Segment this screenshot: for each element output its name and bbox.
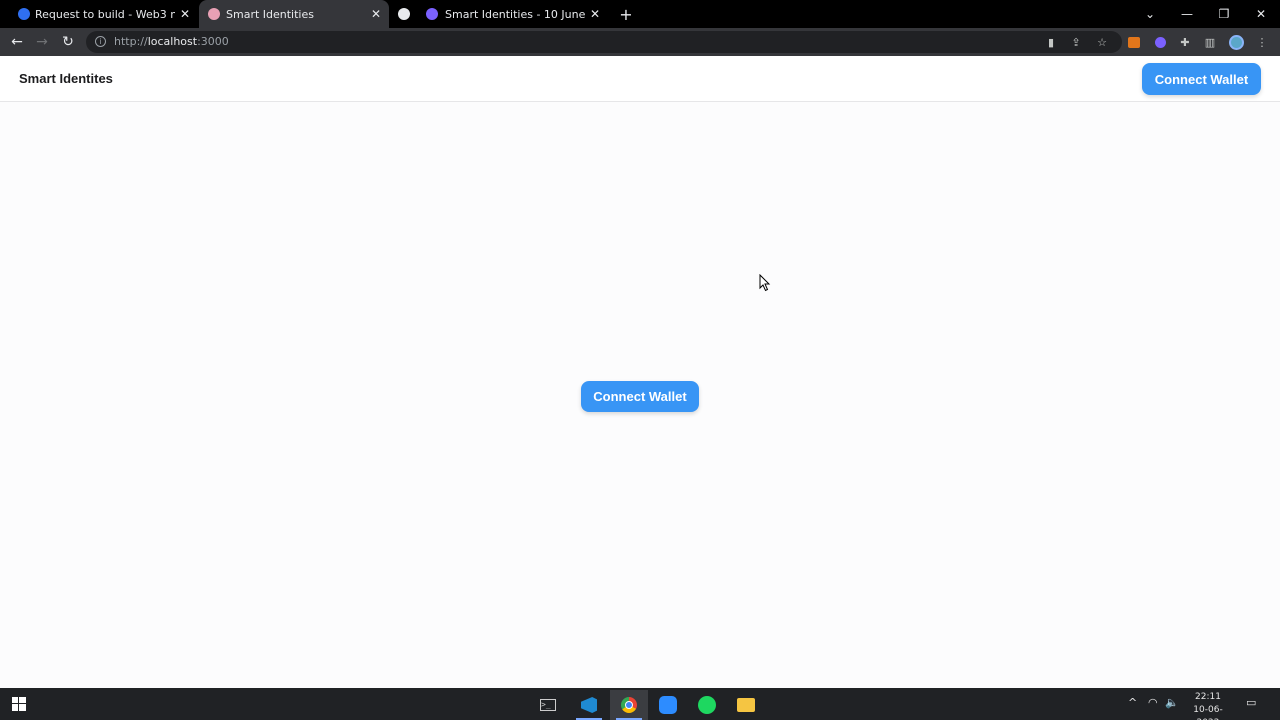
circle-icon [398, 8, 410, 20]
url-port: :3000 [197, 35, 229, 48]
terminal-icon[interactable]: >_ [529, 690, 567, 720]
metamask-icon[interactable] [1126, 34, 1142, 50]
page-content: Smart Identites Connect Wallet Connect W… [0, 56, 1280, 688]
tab-smart-identities-june[interactable]: Smart Identities - 10 June 2022 ✕ [418, 0, 608, 28]
side-panel-icon[interactable]: ▥ [1202, 34, 1218, 50]
volume-icon[interactable]: 🔈 [1165, 696, 1179, 709]
connect-wallet-button[interactable]: Connect Wallet [581, 381, 699, 412]
browser-toolbar: ← → ↻ i http://localhost:3000 ▮ ⇪ ☆ ✚ ▥ … [0, 28, 1280, 56]
tray-chevron-icon[interactable]: ^ [1128, 696, 1137, 709]
spotify-icon[interactable] [688, 690, 726, 720]
minimize-icon[interactable]: — [1169, 0, 1205, 28]
reload-icon[interactable]: ↻ [58, 32, 78, 52]
system-clock[interactable]: 22:11 10-06-2022 [1183, 691, 1233, 720]
close-window-icon[interactable]: ✕ [1243, 0, 1279, 28]
tab-search-icon[interactable]: ⌄ [1132, 0, 1168, 28]
bookmark-star-icon[interactable]: ☆ [1094, 34, 1110, 50]
vscode-icon[interactable] [570, 690, 608, 720]
share-icon[interactable]: ⇪ [1068, 34, 1084, 50]
header-connect-wallet-button[interactable]: Connect Wallet [1142, 63, 1261, 95]
app-header: Smart Identites Connect Wallet [0, 56, 1280, 102]
chrome-icon[interactable] [610, 690, 648, 720]
new-tab-button[interactable]: + [608, 0, 644, 28]
file-explorer-icon[interactable] [727, 690, 765, 720]
mouse-cursor-icon [759, 274, 771, 292]
profile-avatar[interactable] [1228, 34, 1244, 50]
tab-title: Request to build - Web3 native [35, 8, 175, 21]
clock-time: 22:11 [1195, 692, 1221, 702]
brain-icon [208, 8, 220, 20]
address-bar[interactable]: i http://localhost:3000 [86, 31, 1122, 53]
forward-icon[interactable]: → [32, 32, 52, 52]
zoom-icon[interactable] [649, 690, 687, 720]
back-icon[interactable]: ← [7, 32, 27, 52]
url-host: localhost [147, 35, 198, 48]
camera-icon[interactable]: ▮ [1043, 34, 1059, 50]
tab-smart-identities[interactable]: Smart Identities ✕ [199, 0, 389, 28]
url-text: http://localhost:3000 [114, 35, 229, 48]
close-icon[interactable]: ✕ [369, 7, 383, 21]
windows-taskbar: >_ ^ ◠ 🔈 22:11 10-06-2022 ▭ [0, 688, 1280, 720]
close-icon[interactable]: ✕ [588, 7, 602, 21]
extensions-puzzle-icon[interactable]: ✚ [1177, 34, 1193, 50]
wifi-icon[interactable]: ◠ [1148, 696, 1158, 709]
brand-title: Smart Identites [19, 71, 113, 86]
info-icon[interactable]: i [95, 36, 106, 47]
tab-blank[interactable] [390, 0, 414, 28]
extension-purple-icon[interactable] [1152, 34, 1168, 50]
notifications-icon[interactable]: ▭ [1246, 696, 1256, 709]
url-scheme: http:// [114, 35, 148, 48]
shield-icon [18, 8, 30, 20]
browser-tab-strip: Request to build - Web3 native ✕ Smart I… [0, 0, 1280, 28]
tab-request-to-build[interactable]: Request to build - Web3 native ✕ [8, 0, 198, 28]
clock-date: 10-06-2022 [1193, 705, 1223, 720]
windows-start-icon[interactable] [0, 689, 38, 719]
tab-title: Smart Identities [226, 8, 314, 21]
menu-kebab-icon[interactable]: ⋮ [1254, 34, 1270, 50]
close-icon[interactable]: ✕ [178, 7, 192, 21]
tab-title: Smart Identities - 10 June 2022 [445, 8, 585, 21]
restore-icon[interactable]: ❐ [1206, 0, 1242, 28]
gear-icon [426, 8, 438, 20]
